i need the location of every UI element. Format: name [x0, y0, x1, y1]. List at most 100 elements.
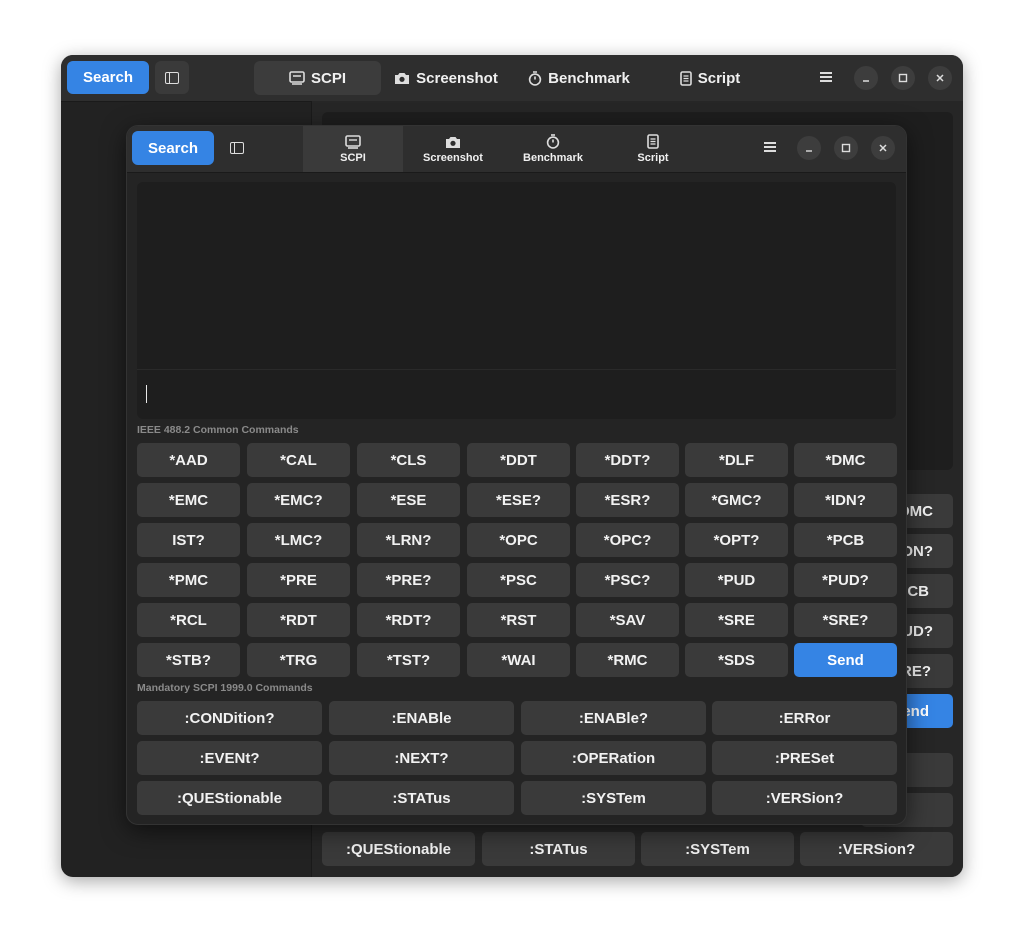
ieee-command-button[interactable]: *DMC — [794, 443, 897, 477]
ieee-command-button[interactable]: *TST? — [357, 643, 460, 677]
ieee-command-button[interactable]: *OPC — [467, 523, 570, 557]
ieee-command-button[interactable]: *OPC? — [576, 523, 679, 557]
back-command-label: :VERSion? — [837, 840, 916, 858]
scpi-command-button[interactable]: :SYSTem — [521, 781, 706, 815]
ieee-command-button[interactable]: *LRN? — [357, 523, 460, 557]
menu-icon[interactable] — [820, 72, 832, 82]
ieee-command-button[interactable]: *WAI — [467, 643, 570, 677]
back-scpi-button-questionable[interactable]: :QUEStionable — [322, 832, 475, 866]
maximize-icon — [841, 143, 851, 153]
back-maximize-button[interactable] — [891, 66, 915, 90]
scpi-command-button[interactable]: :STATus — [329, 781, 514, 815]
back-sidebar-toggle-button[interactable] — [155, 61, 189, 94]
back-tab-screenshot[interactable]: Screenshot — [387, 61, 505, 95]
ieee-command-button[interactable]: IST? — [137, 523, 240, 557]
send-button[interactable]: Send — [794, 643, 897, 677]
back-tab-script[interactable]: Script — [665, 61, 755, 95]
scpi-command-button[interactable]: :OPERation — [521, 741, 706, 775]
ieee-command-button[interactable]: *ESE — [357, 483, 460, 517]
back-tab-scpi[interactable]: SCPI — [254, 61, 381, 95]
back-scpi-button-status[interactable]: :STATus — [482, 832, 635, 866]
scpi-command-button[interactable]: :QUEStionable — [137, 781, 322, 815]
back-search-button[interactable]: Search — [67, 61, 149, 94]
front-tab-script[interactable]: Script — [603, 126, 703, 172]
ieee-command-button[interactable]: *DLF — [685, 443, 788, 477]
output-text — [137, 182, 896, 369]
front-tab-scpi[interactable]: SCPI — [303, 126, 403, 172]
ieee-command-button[interactable]: *SRE? — [794, 603, 897, 637]
front-minimize-button[interactable] — [797, 136, 821, 160]
front-tab-scpi-label: SCPI — [340, 151, 366, 164]
back-tab-benchmark-label: Benchmark — [548, 69, 630, 87]
ieee-command-button[interactable]: *DDT? — [576, 443, 679, 477]
scpi-command-button[interactable]: :ERRor — [712, 701, 897, 735]
text-cursor — [146, 385, 147, 403]
ieee-command-button[interactable]: *AAD — [137, 443, 240, 477]
ieee-command-button[interactable]: *PRE? — [357, 563, 460, 597]
minimize-icon — [863, 80, 869, 82]
front-close-button[interactable] — [871, 136, 895, 160]
ieee-command-button[interactable]: *STB? — [137, 643, 240, 677]
scpi-command-button[interactable]: :ENABle — [329, 701, 514, 735]
ieee-command-button[interactable]: *RST — [467, 603, 570, 637]
scpi-command-button[interactable]: :VERSion? — [712, 781, 897, 815]
ieee-command-button[interactable]: *PRE — [247, 563, 350, 597]
scpi-section-label: Mandatory SCPI 1999.0 Commands — [137, 682, 313, 694]
close-icon — [879, 144, 887, 152]
ieee-command-button[interactable]: *TRG — [247, 643, 350, 677]
ieee-section-label: IEEE 488.2 Common Commands — [137, 424, 299, 436]
ieee-command-button[interactable]: *SRE — [685, 603, 788, 637]
ieee-command-button[interactable]: *SDS — [685, 643, 788, 677]
camera-icon — [446, 136, 460, 148]
scpi-command-button[interactable]: :NEXT? — [329, 741, 514, 775]
sidebar-icon — [230, 142, 244, 154]
terminal-icon — [289, 71, 305, 85]
back-scpi-button-version[interactable]: :VERSion? — [800, 832, 953, 866]
ieee-command-button[interactable]: *OPT? — [685, 523, 788, 557]
scpi-command-button[interactable]: :EVENt? — [137, 741, 322, 775]
back-tab-script-label: Script — [697, 69, 741, 87]
sidebar-icon — [165, 71, 179, 84]
scpi-command-button[interactable]: :ENABle? — [521, 701, 706, 735]
ieee-command-button[interactable]: *ESE? — [467, 483, 570, 517]
output-panel — [137, 182, 896, 419]
ieee-command-button[interactable]: *PCB — [794, 523, 897, 557]
document-icon — [647, 134, 659, 149]
back-minimize-button[interactable] — [854, 66, 878, 90]
back-close-button[interactable] — [928, 66, 952, 90]
ieee-command-button[interactable]: *RCL — [137, 603, 240, 637]
ieee-command-button[interactable]: *ESR? — [576, 483, 679, 517]
ieee-command-button[interactable]: *CAL — [247, 443, 350, 477]
scpi-command-button[interactable]: :PRESet — [712, 741, 897, 775]
ieee-command-button[interactable]: *RMC — [576, 643, 679, 677]
scpi-command-button[interactable]: :CONDition? — [137, 701, 322, 735]
ieee-command-button[interactable]: *DDT — [467, 443, 570, 477]
ieee-command-button[interactable]: *RDT? — [357, 603, 460, 637]
command-input[interactable] — [137, 370, 896, 419]
ieee-command-button[interactable]: *SAV — [576, 603, 679, 637]
front-tab-benchmark-label: Benchmark — [523, 152, 583, 164]
ieee-command-button[interactable]: *GMC? — [685, 483, 788, 517]
ieee-command-button[interactable]: *PSC — [467, 563, 570, 597]
back-command-label: :SYSTem — [685, 840, 750, 858]
ieee-command-button[interactable]: *IDN? — [794, 483, 897, 517]
ieee-command-button[interactable]: *EMC? — [247, 483, 350, 517]
front-sidebar-toggle-button[interactable] — [220, 131, 254, 165]
ieee-command-button[interactable]: *PSC? — [576, 563, 679, 597]
back-tab-benchmark[interactable]: Benchmark — [521, 61, 637, 95]
front-search-button[interactable]: Search — [132, 131, 214, 165]
ieee-command-button[interactable]: *EMC — [137, 483, 240, 517]
back-scpi-button-system[interactable]: :SYSTem — [641, 832, 794, 866]
ieee-command-button[interactable]: *RDT — [247, 603, 350, 637]
ieee-command-button[interactable]: *PUD — [685, 563, 788, 597]
ieee-command-button[interactable]: *PMC — [137, 563, 240, 597]
terminal-icon — [345, 134, 361, 149]
front-tab-benchmark[interactable]: Benchmark — [503, 126, 603, 172]
ieee-command-button[interactable]: *LMC? — [247, 523, 350, 557]
front-tab-screenshot[interactable]: Screenshot — [403, 126, 503, 172]
front-maximize-button[interactable] — [834, 136, 858, 160]
ieee-command-button[interactable]: *CLS — [357, 443, 460, 477]
menu-icon[interactable] — [764, 142, 776, 152]
ieee-command-button[interactable]: *PUD? — [794, 563, 897, 597]
back-tab-scpi-label: SCPI — [310, 69, 346, 87]
